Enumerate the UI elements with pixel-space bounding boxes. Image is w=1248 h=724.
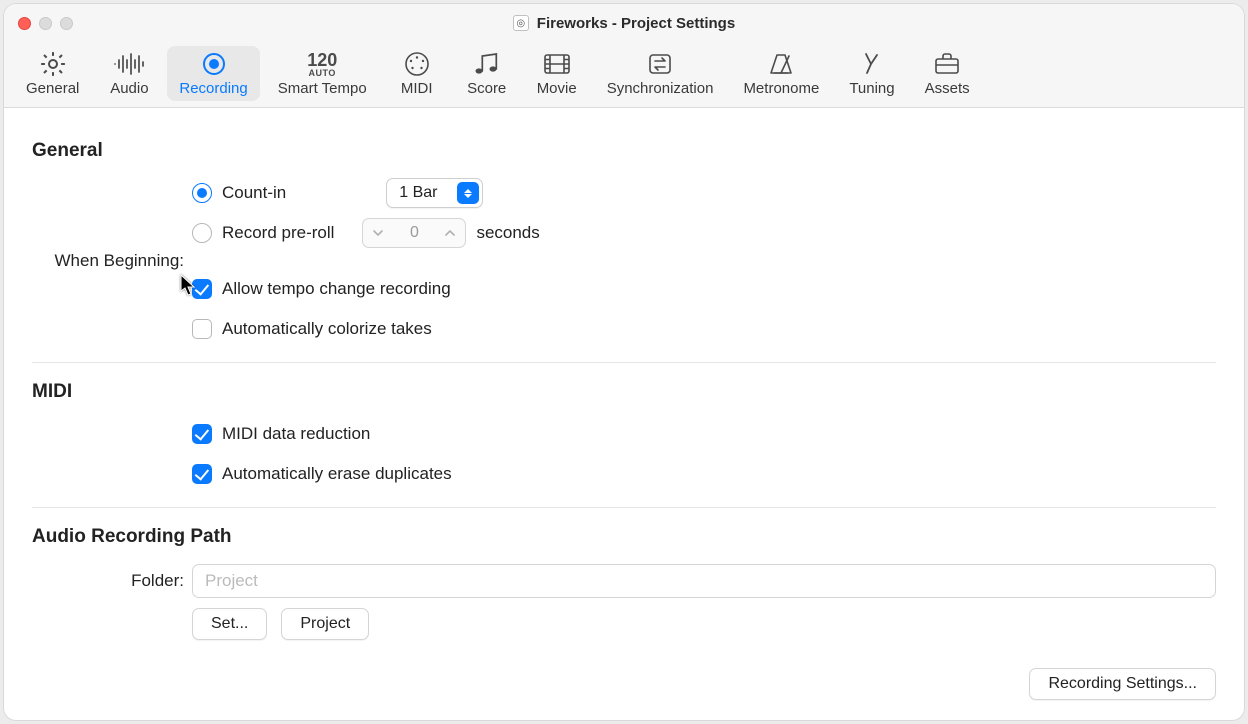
count-in-value: 1 Bar: [399, 184, 453, 202]
tab-score[interactable]: Score: [455, 46, 519, 101]
folder-path-field[interactable]: Project: [192, 564, 1216, 598]
settings-toolbar: General Audio Recording 120 AUTO Smart T…: [4, 42, 1244, 108]
settings-window: ◎ Fireworks - Project Settings General A…: [4, 4, 1244, 720]
midi-icon: [397, 50, 437, 78]
stepper-up-icon[interactable]: [435, 219, 465, 247]
music-note-icon: [467, 50, 507, 78]
folder-placeholder: Project: [205, 571, 258, 591]
metronome-icon: [761, 50, 801, 78]
record-preroll-radio[interactable]: [192, 223, 212, 243]
seconds-unit-label: seconds: [476, 223, 539, 243]
project-folder-button[interactable]: Project: [281, 608, 369, 640]
tempo-icon: 120 AUTO: [302, 50, 342, 78]
tab-label: Tuning: [849, 80, 894, 97]
auto-colorize-label: Automatically colorize takes: [222, 319, 432, 339]
dropdown-stepper-icon: [457, 182, 479, 204]
preroll-value: 0: [393, 224, 435, 242]
sync-icon: [640, 50, 680, 78]
set-folder-button[interactable]: Set...: [192, 608, 267, 640]
film-icon: [537, 50, 577, 78]
tab-label: Movie: [537, 80, 577, 97]
tab-label: Recording: [179, 80, 247, 97]
briefcase-icon: [927, 50, 967, 78]
tuning-fork-icon: [852, 50, 892, 78]
midi-data-reduction-label: MIDI data reduction: [222, 424, 370, 444]
tab-general[interactable]: General: [14, 46, 91, 101]
tab-midi[interactable]: MIDI: [385, 46, 449, 101]
tab-label: Score: [467, 80, 506, 97]
count-in-bars-dropdown[interactable]: 1 Bar: [386, 178, 483, 208]
divider: [32, 507, 1216, 508]
section-heading-path: Audio Recording Path: [32, 526, 1216, 548]
divider: [32, 362, 1216, 363]
content-area: General When Beginning: Count-in 1 Bar R…: [4, 108, 1244, 720]
tab-label: Synchronization: [607, 80, 714, 97]
tab-label: Audio: [110, 80, 148, 97]
titlebar: ◎ Fireworks - Project Settings: [4, 4, 1244, 42]
app-icon: ◎: [513, 15, 529, 31]
waveform-icon: [109, 50, 149, 78]
minimize-window-button[interactable]: [39, 17, 52, 30]
record-preroll-label: Record pre-roll: [222, 223, 334, 243]
erase-duplicates-label: Automatically erase duplicates: [222, 464, 452, 484]
close-window-button[interactable]: [18, 17, 31, 30]
count-in-radio[interactable]: [192, 183, 212, 203]
preroll-seconds-stepper[interactable]: 0: [362, 218, 466, 248]
tab-smart-tempo[interactable]: 120 AUTO Smart Tempo: [266, 46, 379, 101]
window-title: Fireworks - Project Settings: [537, 15, 735, 32]
when-beginning-label: When Beginning:: [32, 251, 192, 271]
tab-audio[interactable]: Audio: [97, 46, 161, 101]
section-heading-general: General: [32, 140, 1216, 162]
zoom-window-button[interactable]: [60, 17, 73, 30]
folder-label: Folder:: [32, 571, 192, 591]
tab-recording[interactable]: Recording: [167, 46, 259, 101]
tab-label: Metronome: [743, 80, 819, 97]
midi-data-reduction-checkbox[interactable]: [192, 424, 212, 444]
auto-colorize-checkbox[interactable]: [192, 319, 212, 339]
tab-label: Assets: [925, 80, 970, 97]
tab-metronome[interactable]: Metronome: [731, 46, 831, 101]
gear-icon: [33, 50, 73, 78]
count-in-label: Count-in: [222, 183, 286, 203]
section-heading-midi: MIDI: [32, 381, 1216, 403]
tab-label: General: [26, 80, 79, 97]
record-icon: [194, 50, 234, 78]
stepper-down-icon[interactable]: [363, 219, 393, 247]
erase-duplicates-checkbox[interactable]: [192, 464, 212, 484]
tab-label: Smart Tempo: [278, 80, 367, 97]
tab-assets[interactable]: Assets: [913, 46, 982, 101]
allow-tempo-change-checkbox[interactable]: [192, 279, 212, 299]
window-controls: [4, 17, 73, 30]
recording-settings-button[interactable]: Recording Settings...: [1029, 668, 1216, 700]
tab-tuning[interactable]: Tuning: [837, 46, 906, 101]
tab-movie[interactable]: Movie: [525, 46, 589, 101]
allow-tempo-change-label: Allow tempo change recording: [222, 279, 451, 299]
tab-synchronization[interactable]: Synchronization: [595, 46, 726, 101]
tab-label: MIDI: [401, 80, 433, 97]
